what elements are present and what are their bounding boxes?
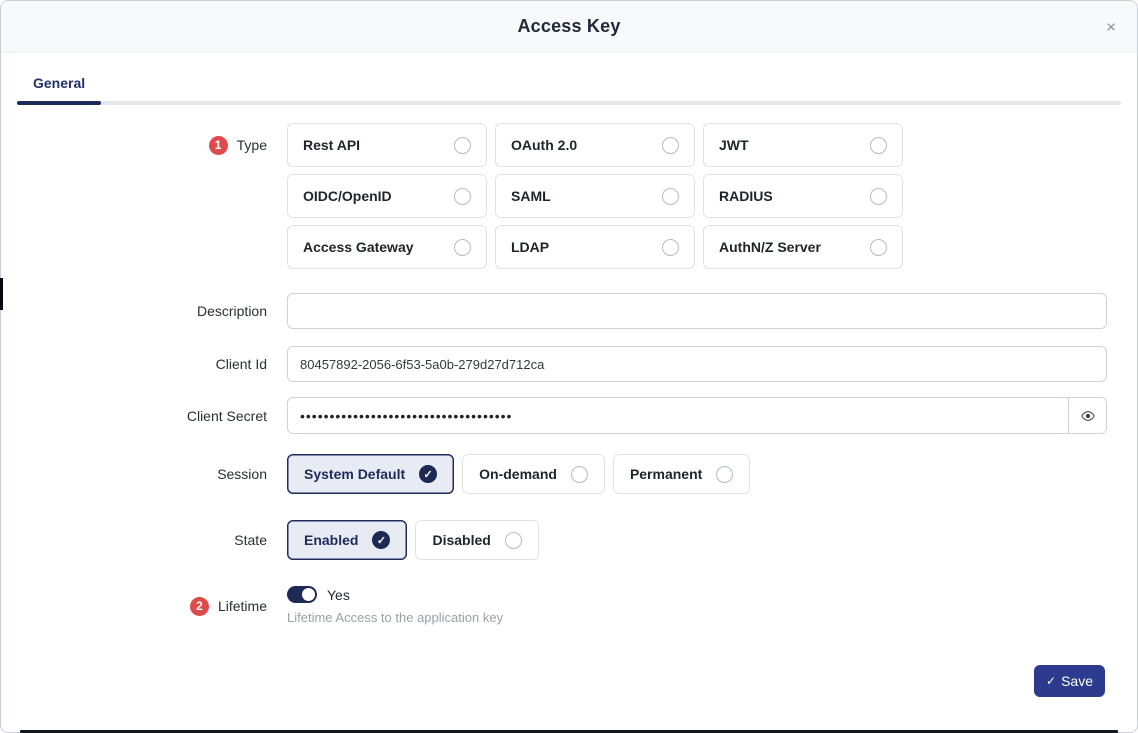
client-id-input[interactable]	[287, 346, 1107, 382]
session-options: System Default ✓ On-demand Permanent	[287, 454, 1107, 494]
radio-icon	[870, 188, 887, 205]
option-label: Permanent	[630, 466, 702, 482]
lifetime-help-text: Lifetime Access to the application key	[287, 610, 1107, 625]
client-secret-group	[287, 397, 1107, 434]
radio-icon	[870, 137, 887, 154]
save-button[interactable]: ✓ Save	[1034, 665, 1105, 697]
form-row-client-secret: Client Secret	[1, 397, 1137, 434]
option-label: OIDC/OpenID	[303, 188, 392, 204]
session-label: Session	[217, 466, 267, 482]
type-option-saml[interactable]: SAML	[495, 174, 695, 218]
client-secret-input[interactable]	[288, 398, 1068, 433]
underlying-page-edge-left	[0, 278, 3, 310]
radio-icon	[571, 466, 588, 483]
form-row-session: Session System Default ✓ On-demand Permanen…	[1, 454, 1137, 494]
state-option-enabled[interactable]: Enabled ✓	[287, 520, 407, 560]
radio-icon	[662, 137, 679, 154]
form-row-state: State Enabled ✓ Disabled	[1, 520, 1137, 560]
form-row-lifetime: 2 Lifetime Yes Lifetime Access to the ap…	[1, 586, 1137, 625]
option-label: Disabled	[432, 532, 490, 548]
type-label: Type	[237, 137, 267, 153]
type-option-radius[interactable]: RADIUS	[703, 174, 903, 218]
form-row-type: 1 Type Rest API OAuth 2.0 JWT OIDC/OpenID SA…	[1, 123, 1137, 269]
option-label: JWT	[719, 137, 749, 153]
option-label: System Default	[304, 466, 405, 482]
type-options-grid: Rest API OAuth 2.0 JWT OIDC/OpenID SAML RADIU…	[287, 123, 1107, 269]
type-option-authn-z-server[interactable]: AuthN/Z Server	[703, 225, 903, 269]
radio-icon	[454, 188, 471, 205]
eye-icon	[1080, 408, 1096, 424]
tab-track	[17, 101, 1121, 105]
option-label: LDAP	[511, 239, 549, 255]
radio-icon	[662, 239, 679, 256]
type-option-oauth-2-0[interactable]: OAuth 2.0	[495, 123, 695, 167]
step-badge-2: 2	[190, 597, 209, 616]
modal-footer: ✓ Save	[1, 665, 1137, 732]
radio-icon	[454, 137, 471, 154]
selected-check-icon: ✓	[419, 465, 437, 483]
radio-icon	[716, 466, 733, 483]
form-row-client-id: Client Id	[1, 346, 1137, 382]
tab-general[interactable]: General	[33, 75, 85, 101]
radio-icon	[454, 239, 471, 256]
selected-check-icon: ✓	[372, 531, 390, 549]
tab-active-indicator	[17, 101, 101, 105]
radio-icon	[505, 532, 522, 549]
option-label: OAuth 2.0	[511, 137, 577, 153]
session-option-permanent[interactable]: Permanent	[613, 454, 750, 494]
step-badge-1: 1	[209, 136, 228, 155]
state-option-disabled[interactable]: Disabled	[415, 520, 538, 560]
access-key-form: 1 Type Rest API OAuth 2.0 JWT OIDC/OpenID SA…	[1, 105, 1137, 665]
type-option-ldap[interactable]: LDAP	[495, 225, 695, 269]
type-label-col: 1 Type	[1, 123, 287, 167]
access-key-modal: Access Key × General 1 Type Rest API OAut…	[0, 0, 1138, 733]
lifetime-toggle[interactable]	[287, 586, 317, 603]
state-options: Enabled ✓ Disabled	[287, 520, 1107, 560]
option-label: On-demand	[479, 466, 557, 482]
type-option-jwt[interactable]: JWT	[703, 123, 903, 167]
option-label: Rest API	[303, 137, 360, 153]
option-label: SAML	[511, 188, 551, 204]
state-label: State	[234, 532, 267, 548]
toggle-knob	[302, 588, 315, 601]
close-icon[interactable]: ×	[1097, 14, 1125, 39]
option-label: AuthN/Z Server	[719, 239, 821, 255]
session-option-system-default[interactable]: System Default ✓	[287, 454, 454, 494]
session-option-on-demand[interactable]: On-demand	[462, 454, 605, 494]
save-button-label: Save	[1061, 673, 1093, 689]
option-label: Enabled	[304, 532, 358, 548]
modal-header: Access Key ×	[1, 1, 1137, 53]
description-input[interactable]	[287, 293, 1107, 329]
radio-icon	[662, 188, 679, 205]
type-option-oidc-openid[interactable]: OIDC/OpenID	[287, 174, 487, 218]
option-label: RADIUS	[719, 188, 773, 204]
type-option-rest-api[interactable]: Rest API	[287, 123, 487, 167]
option-label: Access Gateway	[303, 239, 414, 255]
form-row-description: Description	[1, 293, 1137, 329]
description-label: Description	[197, 303, 267, 319]
tab-bar: General	[1, 75, 1137, 105]
reveal-secret-button[interactable]	[1068, 398, 1106, 433]
lifetime-toggle-label: Yes	[327, 587, 350, 603]
client-id-label: Client Id	[216, 356, 267, 372]
modal-title: Access Key	[517, 16, 620, 37]
lifetime-label: Lifetime	[218, 598, 267, 614]
client-secret-label: Client Secret	[187, 408, 267, 424]
type-option-access-gateway[interactable]: Access Gateway	[287, 225, 487, 269]
radio-icon	[870, 239, 887, 256]
check-icon: ✓	[1046, 675, 1056, 687]
